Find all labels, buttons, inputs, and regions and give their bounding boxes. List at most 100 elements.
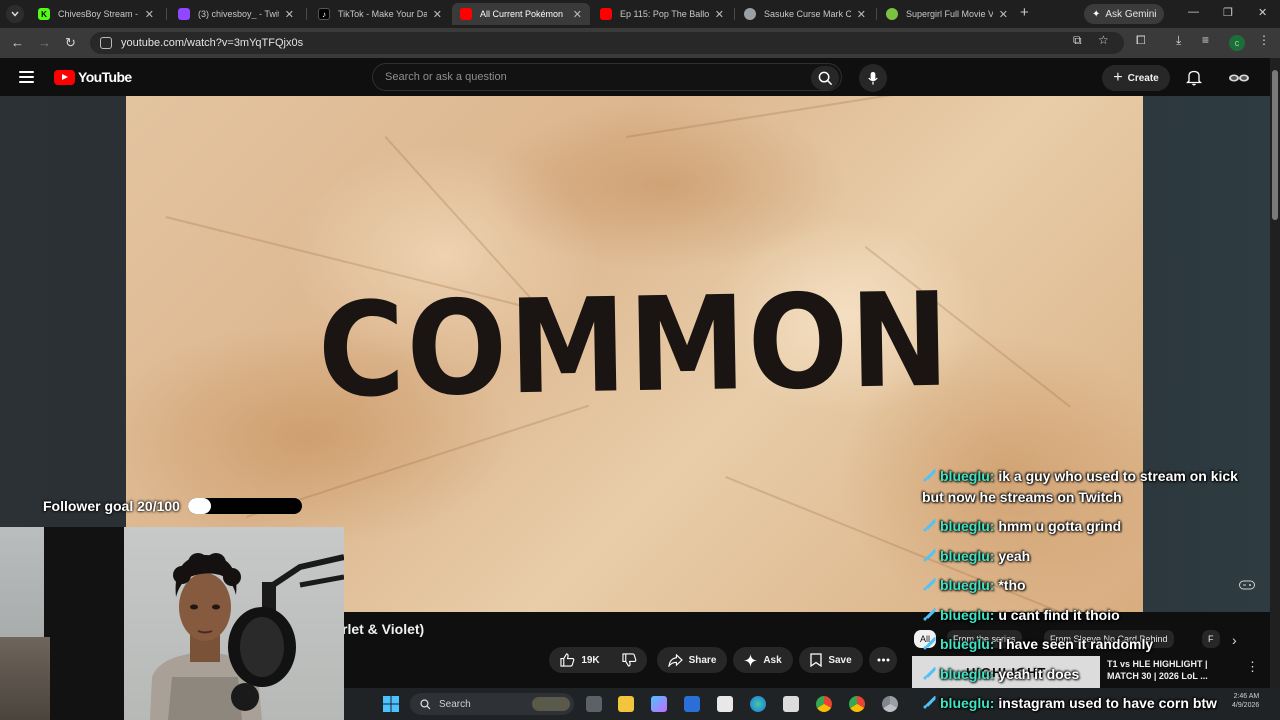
scrollbar-thumb[interactable] (1272, 70, 1278, 220)
thumbs-up-icon (560, 653, 575, 667)
chat-message: blueglu: hmm u gotta grind (922, 516, 1121, 537)
browser-tab[interactable]: Sasuke Curse Mark Co ✕ (736, 3, 874, 25)
notepad-icon[interactable] (783, 696, 799, 712)
screen: K ChivesBoy Stream - W ✕ (3) chivesboy_ … (0, 0, 1280, 720)
ask-button[interactable]: Ask (733, 647, 793, 673)
edge-icon[interactable] (750, 696, 766, 712)
tab-close-icon[interactable]: ✕ (145, 8, 154, 21)
tab-close-icon[interactable]: ✕ (999, 8, 1008, 21)
plus-icon: + (1113, 69, 1123, 86)
follower-goal-bar (187, 498, 302, 514)
follower-goal: Follower goal 20/100 (43, 498, 302, 514)
tiktok-favicon-icon: ♪ (318, 8, 330, 20)
bookmark-star-icon[interactable]: ☆ (1098, 33, 1109, 47)
recommended-more-icon[interactable]: ⋮ (1246, 659, 1259, 675)
video-title: rlet & Violet) (342, 621, 425, 637)
chat-sword-badge-icon (923, 549, 936, 562)
share-button[interactable]: Share (657, 647, 727, 673)
chevron-right-icon[interactable]: › (1232, 632, 1237, 648)
ask-gemini-button[interactable]: ✦ Ask Gemini (1084, 4, 1164, 24)
windows-start-icon[interactable] (383, 696, 399, 712)
chat-username: blueglu: (940, 695, 995, 711)
chat-message: blueglu: ik a guy who used to stream on … (922, 466, 1238, 487)
minimize-icon[interactable]: — (1188, 6, 1199, 18)
copilot-icon[interactable] (651, 696, 667, 712)
tab-search-button[interactable] (6, 5, 24, 23)
taskbar-clock[interactable]: 2:46 AM 4/9/2026 (1232, 692, 1259, 710)
youtube-favicon-icon (600, 8, 612, 20)
search-button[interactable] (811, 66, 839, 90)
chat-text: ik a guy who used to stream on kick (998, 468, 1238, 484)
store-icon[interactable] (684, 696, 700, 712)
url-field[interactable]: youtube.com/watch?v=3mYqTFQjx0s (90, 32, 1124, 54)
forward-arrow-icon[interactable]: → (38, 35, 51, 51)
extensions-puzzle-icon[interactable]: ⧠ (1136, 33, 1146, 48)
browser-tab[interactable]: Ep 115: Pop The Balloo ✕ (592, 3, 732, 25)
recommended-title[interactable]: T1 vs HLE HIGHLIGHT | MATCH 30 | 2026 Lo… (1107, 658, 1227, 682)
tab-close-icon[interactable]: ✕ (573, 8, 582, 21)
taskbar-search[interactable]: Search (410, 693, 574, 715)
chat-message: blueglu: yeah it does (922, 664, 1079, 685)
install-app-icon[interactable]: ⧉ (1073, 33, 1082, 48)
search-highlight-image (532, 697, 570, 711)
youtube-logo[interactable]: YouTube (54, 69, 132, 85)
browser-tab[interactable]: ♪ TikTok - Make Your Day ✕ (310, 3, 450, 25)
download-icon[interactable]: ⤓ (1176, 33, 1181, 48)
microphone-arm-image (228, 554, 344, 711)
browser-tab[interactable]: K ChivesBoy Stream - W ✕ (30, 3, 162, 25)
youtube-header: YouTube Search or ask a question (0, 58, 1270, 96)
chrome-icon[interactable] (816, 696, 832, 712)
task-view-icon[interactable] (586, 696, 602, 712)
microphone-icon (868, 71, 878, 85)
more-actions-button[interactable] (869, 647, 897, 673)
sparkle-icon (744, 653, 758, 667)
restore-icon[interactable]: ❐ (1223, 6, 1233, 19)
bookmark-icon (810, 653, 822, 667)
close-window-icon[interactable]: ✕ (1258, 6, 1267, 19)
app-icon[interactable] (717, 696, 733, 712)
taskbar-search-icon (420, 698, 431, 709)
notifications-bell-icon[interactable] (1185, 69, 1203, 91)
browser-tab[interactable]: (3) chivesboy_ - Twitch ✕ (170, 3, 302, 25)
thumbs-down-icon (621, 653, 636, 667)
media-controls-icon[interactable]: ≡ (1202, 33, 1209, 47)
search-input[interactable]: Search or ask a question (372, 63, 842, 91)
kick-favicon-icon: K (38, 8, 50, 20)
back-arrow-icon[interactable]: ← (11, 35, 24, 51)
video-frame-text: COMMON (316, 263, 953, 427)
chat-username: blueglu: (940, 666, 995, 682)
chat-message: blueglu: instagram used to have corn btw (922, 693, 1217, 714)
file-explorer-icon[interactable] (618, 696, 634, 712)
reload-icon[interactable]: ↻ (65, 35, 76, 51)
page-scrollbar[interactable] (1270, 58, 1280, 688)
tab-close-icon[interactable]: ✕ (285, 8, 294, 21)
chat-text: u cant find it thoio (998, 607, 1120, 623)
chat-username: blueglu: (940, 518, 995, 534)
new-tab-plus-icon[interactable]: + (1020, 5, 1029, 21)
browser-menu-icon[interactable]: ⋮ (1258, 33, 1270, 47)
controller-icon[interactable] (1239, 577, 1255, 595)
create-button[interactable]: + Create (1102, 65, 1170, 91)
dislike-button[interactable] (611, 647, 647, 673)
webcam-feed (0, 527, 344, 720)
tab-close-icon[interactable]: ✕ (715, 8, 724, 21)
share-arrow-icon (667, 653, 683, 667)
account-avatar[interactable] (1228, 69, 1250, 87)
tab-close-icon[interactable]: ✕ (433, 8, 442, 21)
chrome-profile-icon[interactable] (882, 696, 898, 712)
gemini-sparkle-icon: ✦ (1092, 8, 1101, 20)
hamburger-menu-icon[interactable] (19, 71, 34, 86)
chat-text: *tho (998, 577, 1026, 593)
profile-avatar[interactable]: c (1229, 35, 1245, 51)
chat-sword-badge-icon (923, 519, 936, 532)
voice-search-button[interactable] (859, 64, 887, 92)
chrome-icon[interactable] (849, 696, 865, 712)
follower-goal-fill (187, 498, 211, 514)
chip-partial[interactable]: F (1202, 630, 1220, 648)
browser-tab-active[interactable]: All Current Pokémon ✕ (452, 3, 590, 25)
site-info-icon[interactable] (100, 37, 112, 49)
browser-tab[interactable]: Supergirl Full Movie V ✕ (878, 3, 1016, 25)
save-button[interactable]: Save (799, 647, 863, 673)
tab-close-icon[interactable]: ✕ (857, 8, 866, 21)
like-button[interactable]: 19K (549, 647, 611, 673)
